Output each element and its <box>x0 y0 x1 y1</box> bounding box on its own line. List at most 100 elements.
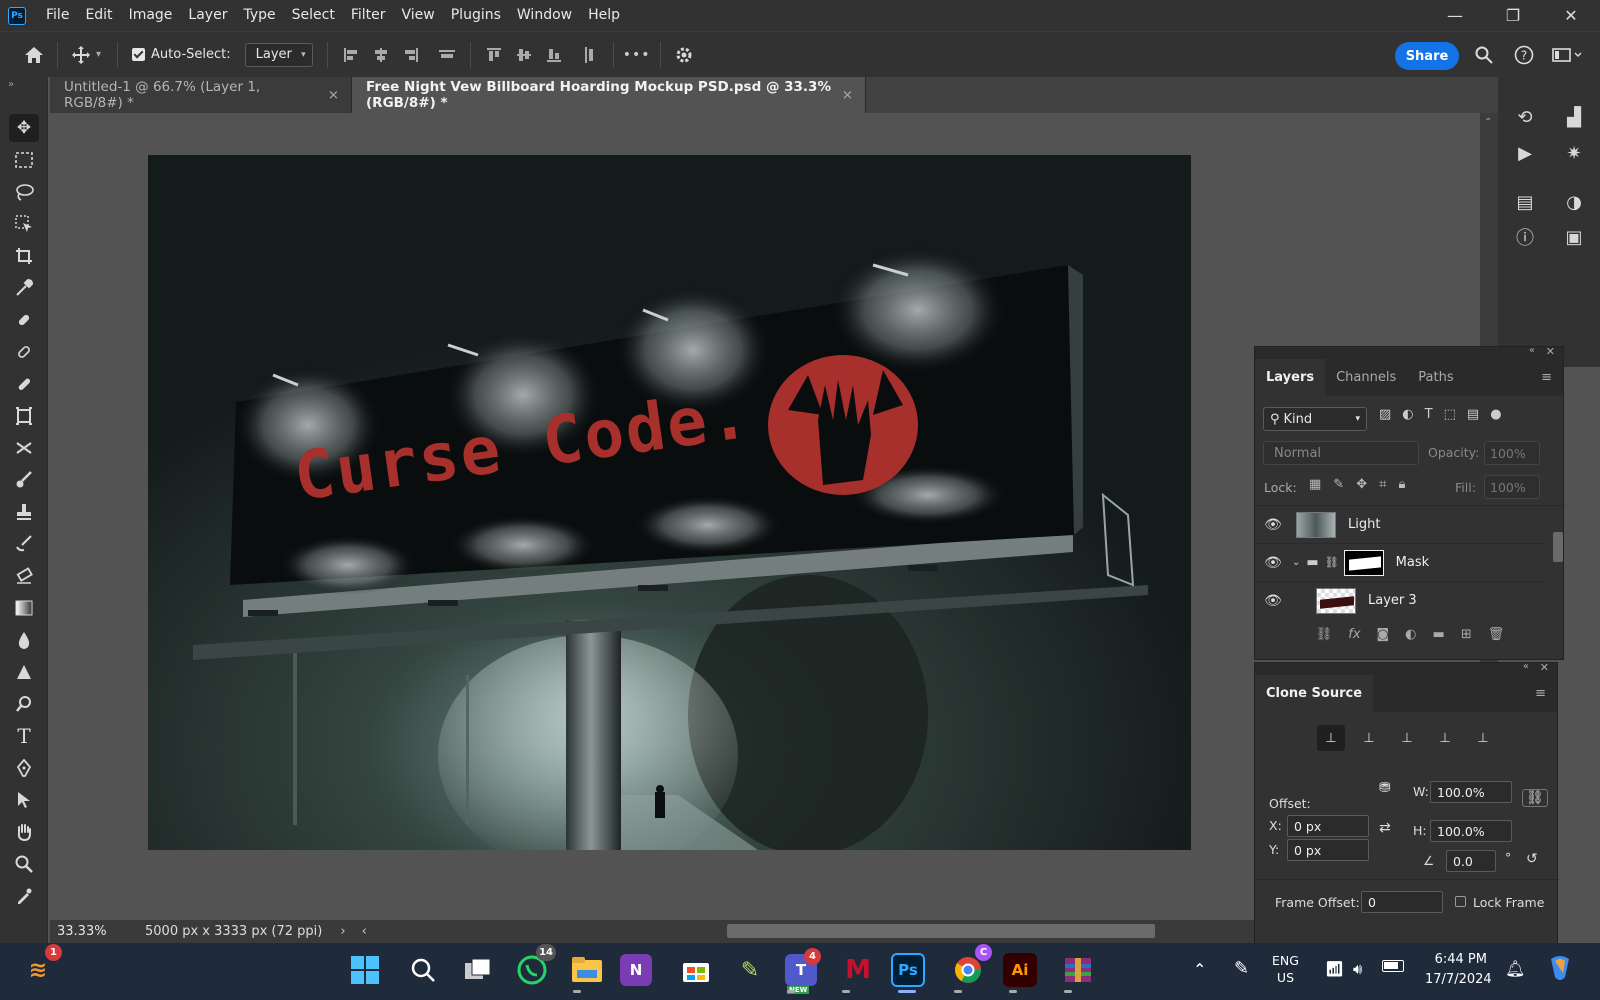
close-icon[interactable]: ✕ <box>1540 661 1549 674</box>
info-icon[interactable]: ⓘ <box>1510 222 1540 252</box>
layer-row-layer-3[interactable]: 👁︎ Layer 3 <box>1255 582 1547 619</box>
volume-icon[interactable]: 🔊︎ <box>1353 960 1362 978</box>
blur-tool[interactable] <box>9 626 39 654</box>
brush-tool[interactable] <box>9 466 39 494</box>
move-tool-icon[interactable] <box>66 40 96 70</box>
patch-tool[interactable] <box>9 370 39 398</box>
illustrator-icon[interactable]: Ai <box>1003 953 1037 987</box>
lock-transparent-icon[interactable]: ▦ <box>1309 477 1321 492</box>
reset-angle-icon[interactable]: ↺ <box>1526 851 1538 867</box>
scroll-up-icon[interactable]: ⌃ <box>1484 117 1492 128</box>
gear-icon[interactable] <box>669 40 699 70</box>
taskbar-app-orange-icon[interactable]: ≋ 1 <box>18 944 62 990</box>
spot-healing-tool[interactable] <box>9 306 39 334</box>
offset-x-field[interactable]: 0 px <box>1287 815 1369 837</box>
histogram-icon[interactable]: ▟ <box>1559 102 1589 132</box>
menu-window[interactable]: Window <box>509 0 580 31</box>
photoshop-taskbar-icon[interactable]: Ps <box>891 953 925 987</box>
layer-row-mask[interactable]: 👁︎ ⌄ ▬ ⛓︎ Mask <box>1255 544 1547 582</box>
collapse-panel-icon[interactable]: « <box>1529 345 1535 356</box>
lasso-tool[interactable] <box>9 178 39 206</box>
share-button[interactable]: Share <box>1395 42 1459 70</box>
document-canvas[interactable]: Curse Code. <box>148 155 1191 850</box>
whatsapp-icon[interactable]: 14 <box>512 944 556 990</box>
frame-offset-field[interactable]: 0 <box>1361 891 1443 913</box>
height-scale-field[interactable]: 100.0% <box>1430 820 1512 842</box>
teams-icon[interactable]: T 4 NEW <box>785 948 821 994</box>
zoom-tool[interactable] <box>9 850 39 878</box>
align-right-icon[interactable] <box>396 40 426 70</box>
show-hidden-icons-chevron[interactable]: ⌃ <box>1193 960 1206 979</box>
flip-icon[interactable]: ⇄ <box>1379 820 1391 836</box>
link-layers-icon[interactable]: ⛓︎ <box>1316 627 1333 642</box>
visibility-eye-icon[interactable]: 👁︎ <box>1260 555 1286 571</box>
actions-play-icon[interactable]: ▶ <box>1510 138 1540 168</box>
menu-edit[interactable]: Edit <box>77 0 120 31</box>
menu-image[interactable]: Image <box>121 0 181 31</box>
auto-select-toggle[interactable]: Auto-Select: <box>132 47 231 62</box>
distribute-horizontal-icon[interactable] <box>432 40 462 70</box>
eraser-tool[interactable] <box>9 562 39 590</box>
clone-source-4-icon[interactable]: ⊥ <box>1431 725 1459 751</box>
tab-billboard-mockup[interactable]: Free Night Vew Billboard Hoarding Mockup… <box>352 77 866 113</box>
chrome-icon[interactable]: C <box>948 944 992 990</box>
close-icon[interactable]: × <box>328 87 339 103</box>
width-scale-field[interactable]: 100.0% <box>1430 781 1512 803</box>
more-options-icon[interactable]: ••• <box>622 40 652 70</box>
menu-help[interactable]: Help <box>580 0 628 31</box>
navigator-icon[interactable]: ✷ <box>1559 138 1589 168</box>
move-tool[interactable]: ✥ <box>9 114 39 142</box>
close-window-button[interactable]: ✕ <box>1542 0 1600 31</box>
edit-toolbar-icon[interactable] <box>9 882 39 910</box>
properties-icon[interactable]: ▣ <box>1559 222 1589 252</box>
clone-source-1-icon[interactable]: ⊥ <box>1317 725 1345 751</box>
notification-bell-icon[interactable]: 🔔︎ <box>1505 959 1525 978</box>
start-button[interactable] <box>345 950 385 990</box>
menu-file[interactable]: File <box>38 0 77 31</box>
align-top-icon[interactable] <box>479 40 509 70</box>
tab-clone-source[interactable]: Clone Source <box>1255 675 1374 712</box>
pixel-layer-filter-icon[interactable]: ▨ <box>1379 407 1391 422</box>
trash-icon[interactable]: 🗑︎ <box>1488 627 1505 642</box>
clone-source-3-icon[interactable]: ⊥ <box>1393 725 1421 751</box>
menu-type[interactable]: Type <box>235 0 283 31</box>
chevron-down-icon[interactable]: ⌄ <box>1292 557 1300 568</box>
lock-frame-checkbox[interactable] <box>1455 896 1466 907</box>
fx-icon[interactable]: fx <box>1348 627 1360 642</box>
healing-brush-tool[interactable] <box>9 338 39 366</box>
align-bottom-icon[interactable] <box>539 40 569 70</box>
shape-layer-filter-icon[interactable]: ⬚ <box>1444 407 1456 422</box>
menu-filter[interactable]: Filter <box>343 0 394 31</box>
type-tool[interactable]: T <box>9 722 39 750</box>
status-menu-arrow[interactable]: › <box>340 924 345 939</box>
pen-tray-icon[interactable]: ✎ <box>1234 958 1249 979</box>
history-icon[interactable]: ⟲ <box>1510 102 1540 132</box>
task-view-icon[interactable] <box>458 950 498 990</box>
minimize-button[interactable]: — <box>1426 0 1484 31</box>
drawing-app-icon[interactable]: ✎ <box>730 950 770 990</box>
offset-y-field[interactable]: 0 px <box>1287 839 1369 861</box>
auto-select-checkbox[interactable] <box>132 48 146 61</box>
filter-kind-dropdown[interactable]: ⚲ Kind ▾ <box>1263 407 1367 431</box>
battery-icon[interactable] <box>1382 960 1404 972</box>
fill-field[interactable]: 100% <box>1484 475 1540 499</box>
lock-pixels-icon[interactable]: ✎ <box>1333 477 1344 492</box>
type-layer-filter-icon[interactable]: T <box>1425 407 1433 422</box>
language-indicator[interactable]: ENG US <box>1272 952 1299 986</box>
menu-plugins[interactable]: Plugins <box>443 0 509 31</box>
menu-select[interactable]: Select <box>284 0 343 31</box>
zoom-level[interactable]: 33.33% <box>57 924 137 939</box>
adjustment-layer-filter-icon[interactable]: ◐ <box>1402 407 1413 422</box>
reset-transform-icon[interactable]: ⛃ <box>1379 780 1391 796</box>
menu-layer[interactable]: Layer <box>180 0 235 31</box>
tab-layers[interactable]: Layers <box>1255 359 1326 396</box>
libraries-icon[interactable]: ▤ <box>1510 187 1540 217</box>
adjustment-layer-icon[interactable]: ◐ <box>1405 627 1416 642</box>
workspace-icon[interactable] <box>1547 40 1587 70</box>
adjustments-icon[interactable]: ◑ <box>1559 187 1589 217</box>
close-icon[interactable]: ✕ <box>1546 345 1555 358</box>
lock-position-icon[interactable]: ✥ <box>1356 477 1367 492</box>
copilot-icon[interactable] <box>1545 953 1575 983</box>
clone-source-2-icon[interactable]: ⊥ <box>1355 725 1383 751</box>
align-middle-icon[interactable] <box>509 40 539 70</box>
